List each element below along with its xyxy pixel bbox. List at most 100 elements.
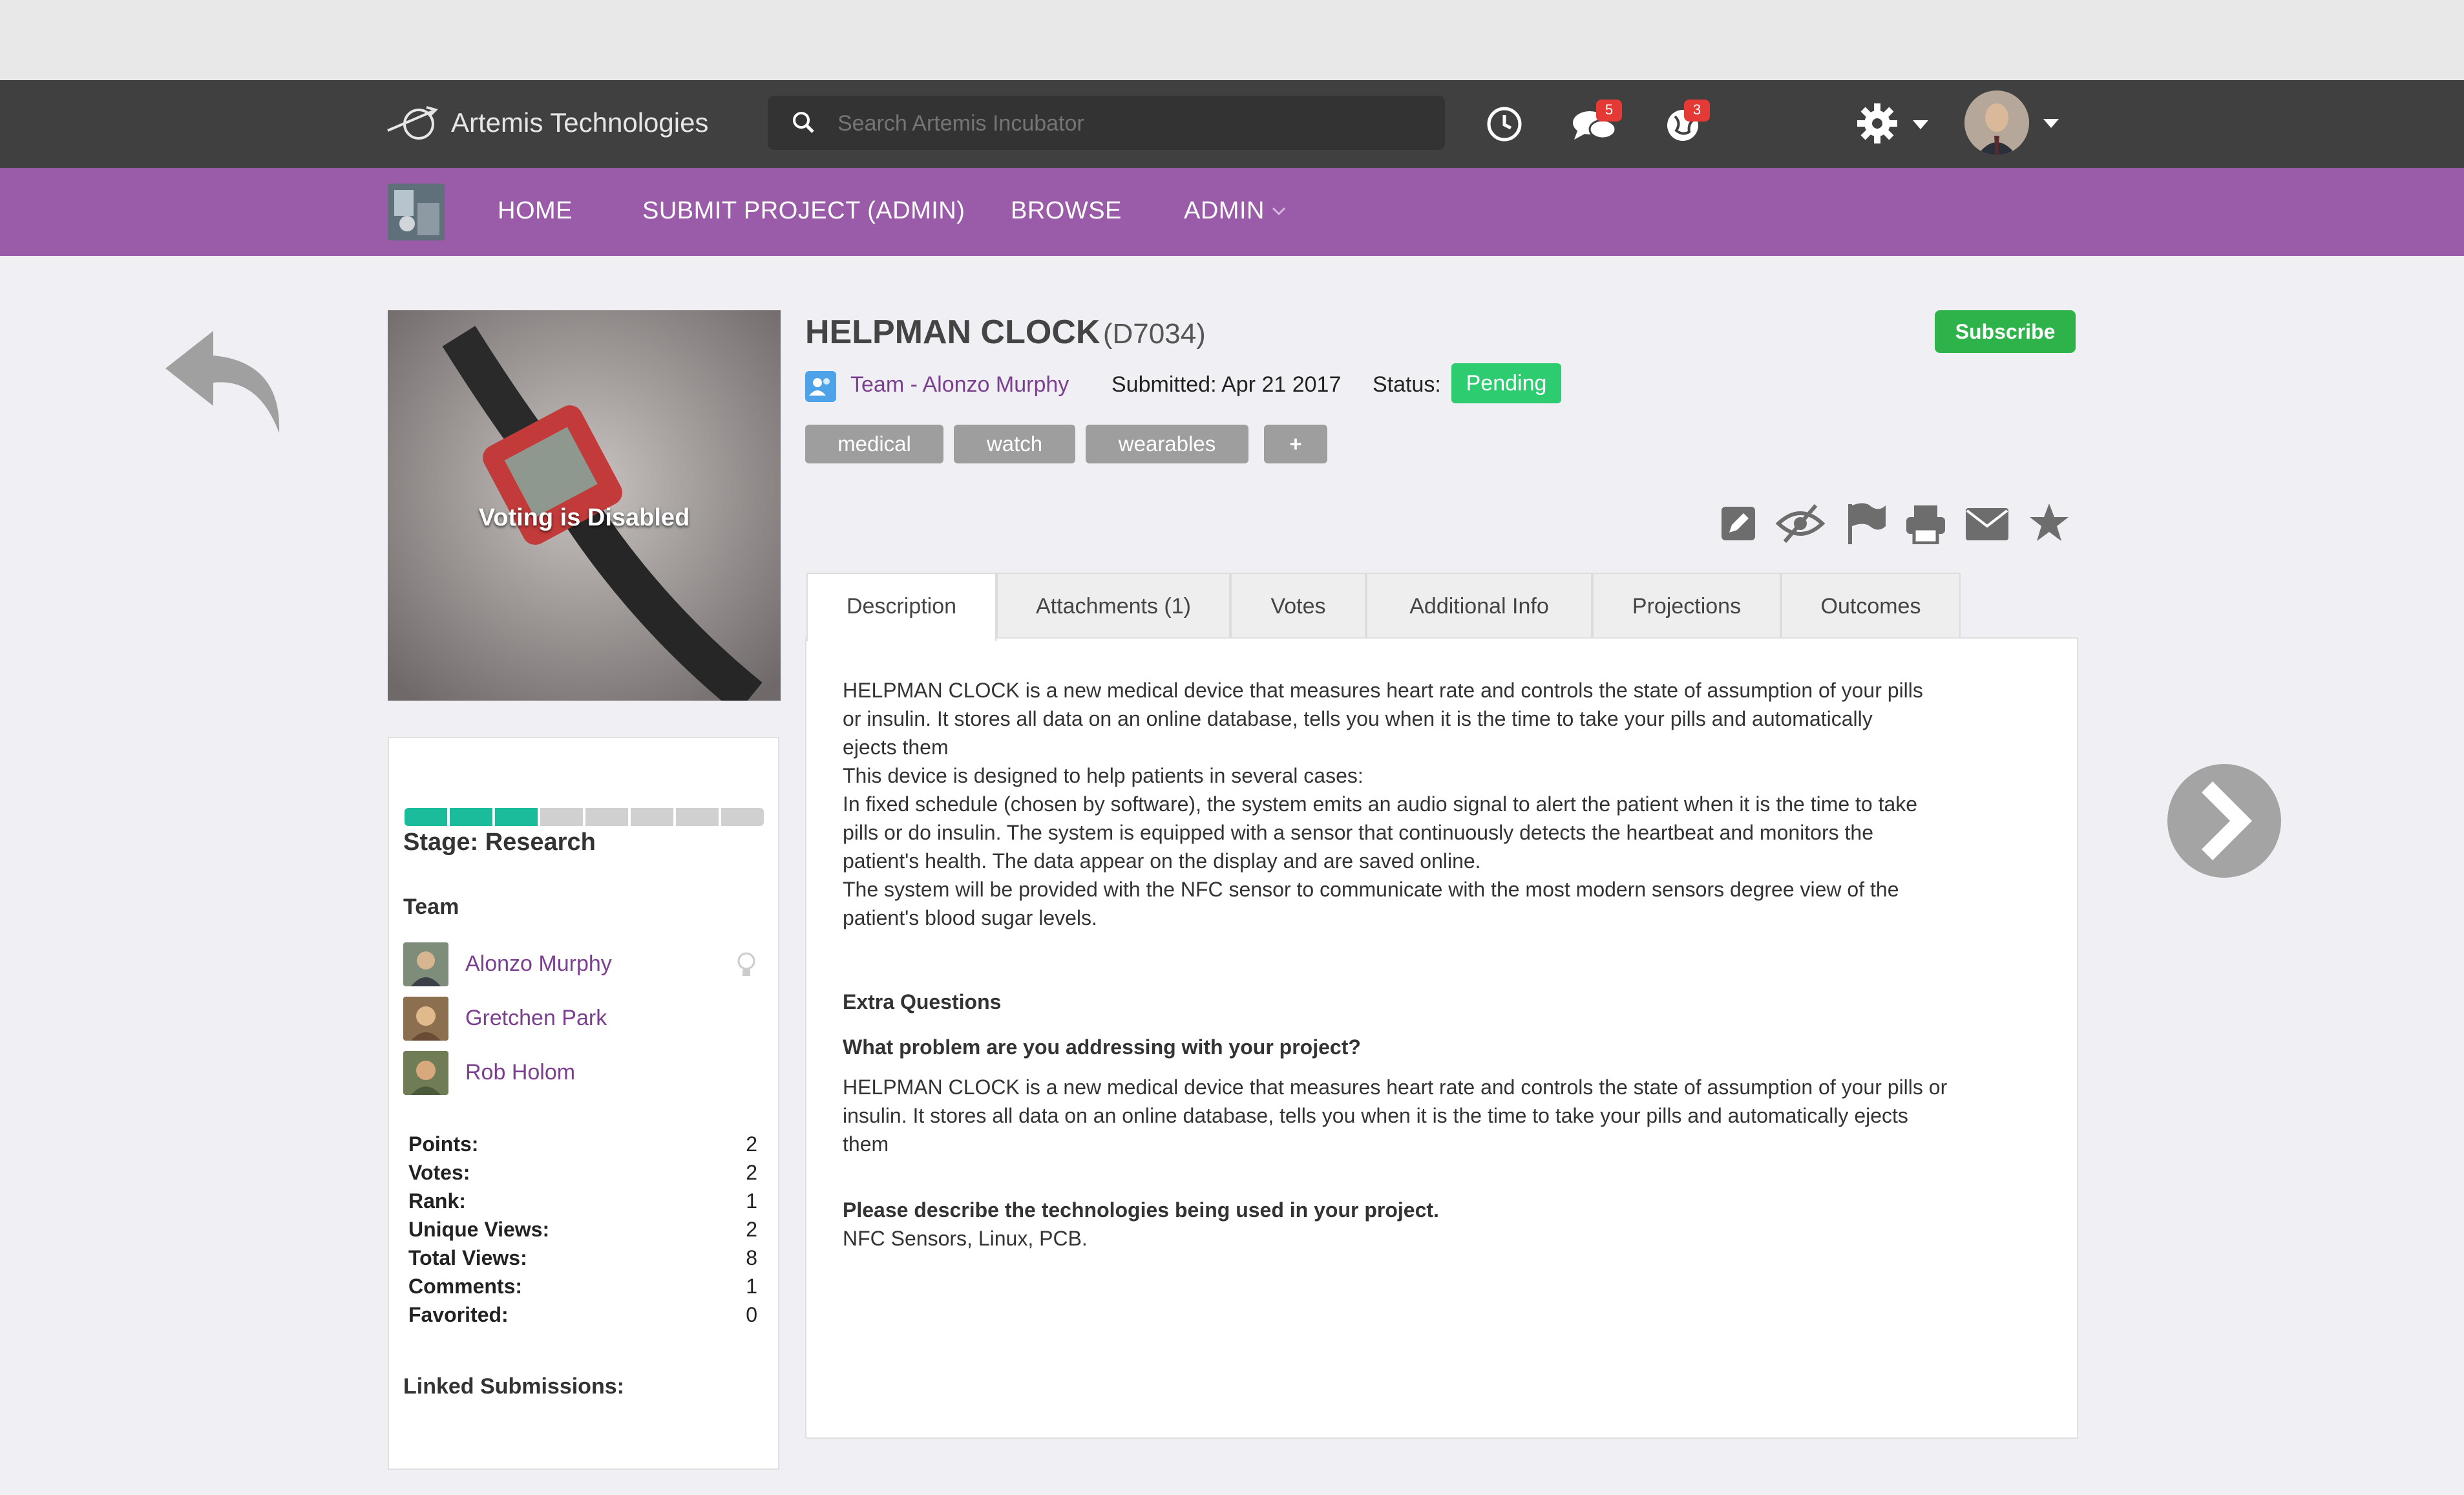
tab-outcomes[interactable]: Outcomes bbox=[1781, 573, 1961, 639]
search-input[interactable] bbox=[836, 105, 1420, 142]
description-panel: HELPMAN CLOCK is a new medical device th… bbox=[805, 637, 2078, 1439]
email-button[interactable] bbox=[1964, 507, 2010, 542]
messages-button[interactable]: 5 bbox=[1572, 100, 1623, 149]
description-line: In fixed schedule (chosen by software), … bbox=[843, 792, 1918, 816]
chevron-right-circle-icon bbox=[2167, 764, 2281, 878]
stat-row: Total Views: 8 bbox=[408, 1246, 757, 1269]
description-line: HELPMAN CLOCK is a new medical device th… bbox=[843, 679, 1923, 702]
back-button[interactable] bbox=[162, 323, 291, 440]
stat-row: Unique Views: 2 bbox=[408, 1218, 757, 1241]
clock-icon bbox=[1487, 107, 1522, 142]
project-title: HELPMAN CLOCK bbox=[805, 313, 1100, 351]
avatar bbox=[403, 942, 448, 986]
sidebar-panel: Stage: Research Team Alonzo Murphy Gretc… bbox=[388, 737, 779, 1470]
caret-down-icon bbox=[2043, 119, 2059, 128]
logo-text: Artemis Technologies bbox=[451, 107, 709, 138]
star-icon bbox=[2030, 504, 2069, 541]
question-1: What problem are you addressing with you… bbox=[843, 1035, 1361, 1059]
community-thumbnail[interactable] bbox=[388, 184, 445, 240]
edit-icon bbox=[1722, 507, 1755, 540]
member-name[interactable]: Alonzo Murphy bbox=[465, 951, 612, 977]
description-line: pills or do insulin. The system is equip… bbox=[843, 821, 1873, 844]
chevron-down-icon bbox=[1272, 207, 1286, 216]
tab-additional-info[interactable]: Additional Info bbox=[1366, 573, 1592, 639]
history-button[interactable] bbox=[1484, 103, 1525, 145]
eye-slash-icon bbox=[1775, 504, 1826, 543]
stat-row: Rank: 1 bbox=[408, 1189, 757, 1213]
progress-segment bbox=[495, 808, 538, 826]
progress-segment bbox=[631, 808, 673, 826]
tag-watch[interactable]: watch bbox=[954, 425, 1075, 463]
tab-description[interactable]: Description bbox=[806, 573, 996, 641]
search-box[interactable] bbox=[768, 96, 1445, 150]
answer-1: HELPMAN CLOCK is a new medical device th… bbox=[843, 1073, 1947, 1158]
progress-segment bbox=[721, 808, 764, 826]
answer-line: them bbox=[843, 1132, 889, 1156]
project-image[interactable]: Voting is Disabled bbox=[388, 310, 781, 701]
add-tag-button[interactable]: + bbox=[1264, 425, 1327, 463]
stat-row: Points: 2 bbox=[408, 1132, 757, 1156]
voting-disabled-overlay: Voting is Disabled bbox=[478, 504, 690, 531]
description-text: HELPMAN CLOCK is a new medical device th… bbox=[843, 676, 2058, 932]
browser-chrome bbox=[0, 0, 2464, 80]
edit-button[interactable] bbox=[1719, 504, 1758, 543]
hide-button[interactable] bbox=[1775, 503, 1826, 544]
gear-icon bbox=[1857, 103, 1897, 143]
logo[interactable]: Artemis Technologies bbox=[386, 98, 710, 150]
team-member[interactable]: Rob Holom bbox=[403, 1051, 765, 1096]
description-line: This device is designed to help patients… bbox=[843, 764, 1364, 787]
user-menu[interactable] bbox=[1964, 90, 2068, 155]
flag-icon bbox=[1848, 503, 1886, 544]
search-icon bbox=[793, 112, 814, 133]
description-line: patient's health. The data appear on the… bbox=[843, 849, 1481, 873]
progress-segment bbox=[676, 808, 719, 826]
stats-table: Points: 2 Votes: 2 Rank: 1 Unique Views: 2 T… bbox=[408, 1132, 757, 1331]
status-label: Status: bbox=[1373, 372, 1441, 397]
next-project-button[interactable] bbox=[2166, 763, 2282, 879]
team-link-text[interactable]: Team - Alonzo Murphy bbox=[850, 372, 1069, 398]
tab-projections[interactable]: Projections bbox=[1592, 573, 1781, 639]
envelope-icon bbox=[1966, 508, 2008, 540]
artemis-logo-icon bbox=[387, 106, 438, 140]
messages-badge: 5 bbox=[1596, 100, 1622, 122]
member-name[interactable]: Gretchen Park bbox=[465, 1006, 607, 1031]
answer-line: HELPMAN CLOCK is a new medical device th… bbox=[843, 1076, 1948, 1099]
answer-2: NFC Sensors, Linux, PCB. bbox=[843, 1227, 1088, 1250]
print-button[interactable] bbox=[1905, 503, 1946, 545]
stage-label: Stage: Research bbox=[403, 829, 596, 856]
progress-segment bbox=[450, 808, 492, 826]
description-line: ejects them bbox=[843, 736, 949, 759]
team-member[interactable]: Gretchen Park bbox=[403, 997, 765, 1042]
flag-button[interactable] bbox=[1846, 502, 1888, 546]
tab-attachments[interactable]: Attachments (1) bbox=[996, 573, 1230, 639]
tag-wearables[interactable]: wearables bbox=[1086, 425, 1248, 463]
team-icon bbox=[805, 371, 836, 402]
stage-progress-bar bbox=[405, 808, 764, 826]
reply-arrow-icon bbox=[165, 331, 280, 433]
description-line: or insulin. It stores all data on an onl… bbox=[843, 707, 1873, 730]
subscribe-button[interactable]: Subscribe bbox=[1935, 310, 2076, 353]
settings-menu[interactable] bbox=[1855, 101, 1932, 147]
progress-segment bbox=[585, 808, 628, 826]
stat-row: Comments: 1 bbox=[408, 1275, 757, 1298]
project-title-row: HELPMAN CLOCK (D7034) bbox=[805, 313, 1206, 358]
notifications-button[interactable]: 3 bbox=[1663, 100, 1715, 149]
member-name[interactable]: Rob Holom bbox=[465, 1060, 575, 1085]
favorite-button[interactable] bbox=[2028, 502, 2070, 544]
tab-votes[interactable]: Votes bbox=[1230, 573, 1366, 639]
progress-segment bbox=[540, 808, 583, 826]
print-icon bbox=[1906, 505, 1945, 545]
user-avatar bbox=[1964, 90, 2029, 155]
nav-browse[interactable]: BROWSE bbox=[1011, 197, 1122, 225]
status-badge: Pending bbox=[1451, 363, 1561, 403]
description-line: The system will be provided with the NFC… bbox=[843, 878, 1899, 901]
caret-down-icon bbox=[1913, 120, 1928, 129]
description-line: patient's blood sugar levels. bbox=[843, 906, 1097, 929]
question-2: Please describe the technologies being u… bbox=[843, 1198, 1439, 1222]
nav-home[interactable]: HOME bbox=[498, 197, 573, 225]
stat-row: Favorited: 0 bbox=[408, 1303, 757, 1326]
nav-submit-project[interactable]: SUBMIT PROJECT (ADMIN) bbox=[642, 197, 965, 225]
tag-medical[interactable]: medical bbox=[805, 425, 943, 463]
nav-admin[interactable]: ADMIN bbox=[1184, 197, 1265, 225]
team-member[interactable]: Alonzo Murphy bbox=[403, 942, 765, 988]
